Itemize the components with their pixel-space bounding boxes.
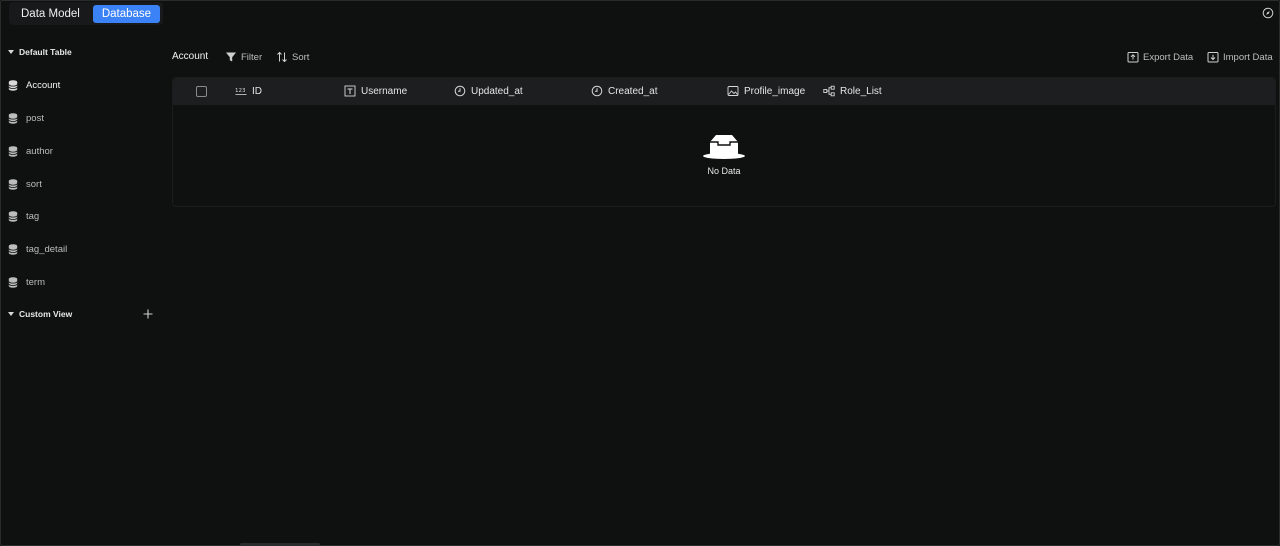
column-header-role-list[interactable]: Role_List [823, 84, 882, 98]
export-icon [1127, 52, 1139, 63]
column-label: ID [252, 85, 262, 97]
table-toolbar: Account Filter Sort Export Data Import D… [160, 48, 1280, 66]
sidebar-item-tag[interactable]: tag [8, 206, 153, 226]
filter-label: Filter [241, 51, 263, 63]
caret-down-icon [8, 312, 14, 316]
import-icon [1207, 52, 1219, 63]
top-bar: Data Model Database [0, 0, 1280, 28]
clock-icon [454, 85, 466, 97]
column-header-updated-at[interactable]: Updated_at [454, 84, 523, 98]
sidebar-item-label: tag_detail [26, 243, 68, 255]
column-header-created-at[interactable]: Created_at [591, 84, 657, 98]
sort-label: Sort [292, 51, 310, 63]
sidebar-item-label: term [26, 276, 45, 288]
sidebar-item-post[interactable]: post [8, 108, 153, 128]
add-view-plus-icon[interactable] [142, 308, 154, 320]
section-label: Custom View [19, 309, 73, 319]
database-icon [8, 276, 18, 288]
column-header-id[interactable]: 123 ID [235, 84, 262, 98]
database-icon [8, 112, 18, 124]
sidebar: Default Table Account post author sort t… [0, 38, 160, 546]
filter-button[interactable]: Filter [225, 49, 262, 65]
column-label: Updated_at [471, 85, 523, 97]
empty-inbox-icon [703, 135, 745, 159]
column-header-username[interactable]: Username [344, 84, 407, 98]
image-icon [727, 86, 739, 96]
main-panel: Account Filter Sort Export Data Import D… [160, 40, 1280, 546]
relation-icon [823, 85, 835, 97]
mode-tabs: Data Model Database [9, 2, 164, 25]
sidebar-item-label: sort [26, 178, 42, 190]
sort-arrows-icon [277, 51, 287, 63]
export-data-button[interactable]: Export Data [1127, 49, 1193, 65]
sidebar-item-tag-detail[interactable]: tag_detail [8, 239, 153, 259]
tab-database[interactable]: Database [92, 4, 161, 23]
empty-state-text: No Data [707, 166, 741, 176]
sort-button[interactable]: Sort [276, 49, 309, 65]
database-icon [8, 210, 18, 222]
column-label: Profile_image [744, 85, 806, 97]
database-icon [8, 243, 18, 255]
sidebar-item-author[interactable]: author [8, 141, 153, 161]
clock-icon [591, 85, 603, 97]
section-custom-view[interactable]: Custom View [8, 307, 72, 321]
column-label: Role_List [840, 85, 882, 97]
svg-text:123: 123 [235, 88, 246, 94]
column-label: Username [361, 85, 408, 97]
select-all-checkbox[interactable] [196, 86, 207, 97]
database-icon [8, 79, 18, 91]
caret-down-icon [8, 50, 14, 54]
tab-data-model[interactable]: Data Model [12, 5, 89, 23]
database-icon [8, 145, 18, 157]
table-title: Account [172, 51, 209, 62]
section-label: Default Table [19, 47, 72, 57]
data-table: 123 ID Username Updated_at Created_at Pr… [172, 77, 1276, 207]
compass-icon[interactable] [1262, 7, 1274, 19]
import-data-button[interactable]: Import Data [1207, 49, 1273, 65]
sidebar-item-label: author [26, 145, 53, 157]
section-default-table[interactable]: Default Table [8, 45, 72, 59]
sidebar-item-label: post [26, 112, 44, 124]
table-header-row: 123 ID Username Updated_at Created_at Pr… [173, 78, 1275, 105]
column-header-profile-image[interactable]: Profile_image [727, 84, 805, 98]
filter-icon [226, 52, 236, 62]
sidebar-item-account[interactable]: Account [8, 75, 153, 95]
import-label: Import Data [1223, 51, 1273, 63]
sidebar-item-label: tag [26, 210, 40, 222]
sidebar-item-label: Account [26, 79, 61, 91]
sidebar-item-sort[interactable]: sort [8, 174, 153, 194]
text-field-icon [344, 85, 356, 97]
column-label: Created_at [608, 85, 658, 97]
number-icon: 123 [235, 88, 247, 95]
export-label: Export Data [1143, 51, 1194, 63]
sidebar-item-term[interactable]: term [8, 272, 153, 292]
database-icon [8, 178, 18, 190]
